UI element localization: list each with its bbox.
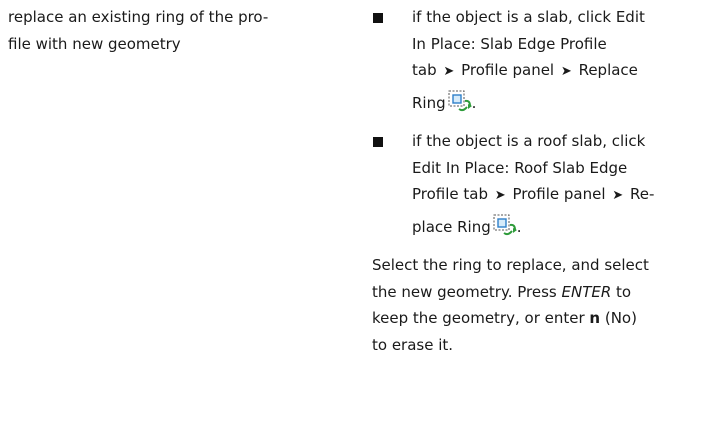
note-line: keep the geometry, or enter n (No) (372, 305, 710, 332)
panel-name: Profile panel (461, 61, 555, 79)
bullet-line: place Ring . (412, 214, 710, 245)
command-name: place Ring (412, 217, 491, 236)
bullet-square-icon (373, 13, 383, 23)
instruction-note: Select the ring to replace, and select t… (370, 252, 710, 358)
panel-name: Profile panel (512, 185, 606, 203)
note-text: the new geometry. Press (372, 282, 562, 301)
command-name: Re- (629, 185, 655, 203)
period: . (471, 93, 477, 112)
procedure-column: if the object is a slab, click Edit In P… (370, 4, 710, 358)
task-description: replace an existing ring of the pro- fil… (8, 4, 343, 57)
bullet-line: Edit In Place: Roof Slab Edge (412, 158, 628, 177)
replace-ring-icon[interactable] (448, 90, 472, 121)
replace-ring-icon[interactable] (493, 214, 517, 245)
arrow-icon: ➤ (443, 64, 455, 79)
note-line: Select the ring to replace, and select (372, 256, 649, 274)
bullet-line: tab ➤ Profile panel ➤ Replace (412, 57, 710, 86)
bullet-roof-slab: if the object is a roof slab, click Edit… (370, 128, 710, 244)
bullet-line: Ring . (412, 90, 710, 121)
tab-name: Profile tab (412, 185, 489, 203)
note-text: (No) (600, 309, 637, 327)
bullet-line: Profile tab ➤ Profile panel ➤ Re- (412, 181, 710, 210)
bullet-line: if the object is a roof slab, click (412, 132, 646, 150)
bullet-line: if the object is a slab, click Edit (412, 8, 645, 26)
period: . (516, 217, 522, 236)
option-n: n (589, 309, 601, 327)
arrow-icon: ➤ (494, 188, 506, 203)
note-line: the new geometry. Press ENTER to (372, 279, 710, 306)
arrow-icon: ➤ (612, 188, 624, 203)
command-name: Replace (578, 61, 638, 79)
task-line: file with new geometry (8, 34, 181, 53)
tab-name: tab (412, 61, 437, 79)
bullet-square-icon (373, 137, 383, 147)
bullet-line: In Place: Slab Edge Profile (412, 34, 607, 53)
note-text: keep the geometry, or enter (372, 309, 590, 327)
bullet-slab: if the object is a slab, click Edit In P… (370, 4, 710, 120)
note-line: to erase it. (372, 335, 454, 354)
arrow-icon: ➤ (560, 64, 572, 79)
enter-key: ENTER (561, 282, 612, 301)
task-line: replace an existing ring of the pro- (8, 8, 269, 26)
command-name: Ring (412, 93, 446, 112)
note-text: to (611, 282, 632, 301)
